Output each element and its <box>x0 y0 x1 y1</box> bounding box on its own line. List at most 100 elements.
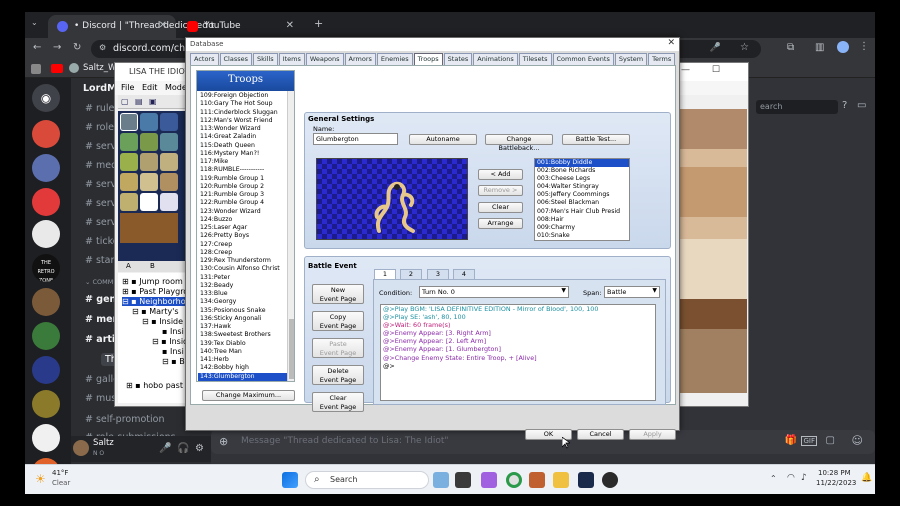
event-page-tab-4[interactable]: 4 <box>453 269 475 279</box>
troop-list-item[interactable]: 142:Bobby high <box>198 364 288 372</box>
span-select[interactable]: Battle ▼ <box>604 286 660 298</box>
enemy-list-item[interactable]: 004:Walter Stingray <box>535 183 629 191</box>
youtube-bookmark-icon[interactable] <box>51 64 63 73</box>
tile[interactable] <box>120 193 138 211</box>
tile[interactable] <box>160 153 178 171</box>
troop-list-item[interactable]: 114:Great Zaladin <box>198 133 288 141</box>
tile[interactable] <box>120 153 138 171</box>
troop-list-item[interactable]: 128:Creep <box>198 249 288 257</box>
tab-common-events[interactable]: Common Events <box>552 53 614 65</box>
troop-list-item[interactable]: 118:RUMBLE----------- <box>198 166 288 174</box>
server-retro-zone[interactable]: THE RETRO ZONE <box>32 254 60 282</box>
tile[interactable] <box>120 213 178 243</box>
troop-preview[interactable] <box>316 158 468 240</box>
event-command[interactable]: @> <box>381 362 655 370</box>
taskbar-search[interactable]: ⌕ Search <box>305 471 429 489</box>
tab-enemies[interactable]: Enemies <box>376 53 413 65</box>
tab-animations[interactable]: Animations <box>473 53 518 65</box>
close-tab-icon[interactable]: ✕ <box>286 20 294 31</box>
tile[interactable] <box>140 133 158 151</box>
enemy-list-item[interactable]: 002:Bone Richards <box>535 167 629 175</box>
site-info-icon[interactable]: ⚙ <box>99 43 106 52</box>
emoji-icon[interactable]: ☺ <box>852 434 863 447</box>
tile[interactable] <box>160 193 178 211</box>
tileset-tab-b[interactable]: B <box>150 262 155 270</box>
tab-terms[interactable]: Terms <box>648 53 676 65</box>
help-icon[interactable]: ? <box>842 100 847 111</box>
tab-items[interactable]: Items <box>278 53 305 65</box>
paste-event-page-button[interactable]: Paste Event Page <box>312 338 364 358</box>
tile[interactable] <box>120 173 138 191</box>
server-icon[interactable] <box>32 356 60 384</box>
troop-list-item[interactable]: 125:Laser Agar <box>198 224 288 232</box>
event-command-list[interactable]: @>Play BGM: 'LISA DEFINITIVE EDITION - M… <box>380 304 656 401</box>
widgets-icon[interactable] <box>433 472 449 488</box>
tab-armors[interactable]: Armors <box>344 53 376 65</box>
app-icon[interactable] <box>602 472 618 488</box>
tab-skills[interactable]: Skills <box>253 53 278 65</box>
troop-list-item[interactable]: 111:Cinderblock Sluggan <box>198 109 288 117</box>
troop-list-item[interactable]: 112:Man's Worst Friend <box>198 117 288 125</box>
tile[interactable] <box>120 113 138 131</box>
sticker-icon[interactable]: ▢ <box>826 435 835 446</box>
change-maximum-button[interactable]: Change Maximum... <box>202 390 295 401</box>
troop-list-item[interactable]: 121:Rumble Group 3 <box>198 191 288 199</box>
enemy-list-item[interactable]: 003:Cheese Legs <box>535 175 629 183</box>
scrollbar-thumb[interactable] <box>289 319 294 379</box>
back-icon[interactable]: ← <box>33 42 41 53</box>
server-icon[interactable] <box>32 188 60 216</box>
cancel-button[interactable]: Cancel <box>577 429 624 440</box>
chrome-icon[interactable] <box>506 472 522 488</box>
clock-time[interactable]: 10:28 PM <box>818 469 851 477</box>
new-tab-button[interactable]: + <box>314 17 323 30</box>
mic-icon[interactable]: 🎤 <box>710 43 721 53</box>
troop-list-item[interactable]: 124:Buzzo <box>198 216 288 224</box>
troop-list-item[interactable]: 117:Mike <box>198 158 288 166</box>
tab-youtube[interactable]: YouTube ✕ <box>178 15 303 38</box>
menu-edit[interactable]: Edit <box>142 83 158 92</box>
tab-discord[interactable]: • Discord | "Thread dedicated t ✕ <box>48 15 214 38</box>
tab-weapons[interactable]: Weapons <box>305 53 344 65</box>
remove-enemy-button[interactable]: Remove > <box>478 185 523 196</box>
troop-list-scrollbar[interactable] <box>287 91 294 381</box>
enemy-list-item[interactable]: 010:Snake <box>535 232 629 240</box>
maximize-icon[interactable]: ☐ <box>712 65 720 75</box>
volume-icon[interactable]: ♪ <box>801 473 807 483</box>
file-explorer-icon[interactable] <box>553 472 569 488</box>
server-name[interactable]: LordM <box>83 83 117 94</box>
menu-file[interactable]: File <box>121 83 134 92</box>
tray-chevron-icon[interactable]: ⌃ <box>770 474 777 483</box>
server-icon[interactable] <box>32 288 60 316</box>
headphones-icon[interactable]: 🎧 <box>177 443 189 454</box>
chrome-menu-icon[interactable]: ⋮ <box>859 41 869 52</box>
troop-list-item[interactable]: 123:Wonder Wizard <box>198 208 288 216</box>
wifi-icon[interactable]: ◠ <box>787 473 795 483</box>
discord-search-input[interactable]: earch <box>756 100 838 114</box>
bookmark-star-icon[interactable]: ☆ <box>740 42 749 53</box>
tab-actors[interactable]: Actors <box>190 53 219 65</box>
minimize-icon[interactable]: — <box>681 65 690 75</box>
add-attachment-icon[interactable]: ⊕ <box>219 435 228 448</box>
reload-icon[interactable]: ↻ <box>73 42 81 53</box>
tile[interactable] <box>120 133 138 151</box>
map-tree-item[interactable]: ⊟ ▪ Neighborho <box>122 297 190 306</box>
tile[interactable] <box>140 173 158 191</box>
settings-gear-icon[interactable]: ⚙ <box>195 443 204 454</box>
event-page-tab-1[interactable]: 1 <box>374 269 396 279</box>
close-icon[interactable]: ✕ <box>667 38 675 48</box>
troop-list-item[interactable]: 120:Rumble Group 2 <box>198 183 288 191</box>
app-icon[interactable] <box>481 472 497 488</box>
enemy-list-item[interactable]: 008:Hair <box>535 216 629 224</box>
open-folder-icon[interactable]: ▤ <box>135 97 143 106</box>
mic-muted-icon[interactable]: 🎤 <box>159 443 171 454</box>
map-tree-item[interactable]: ▪ Insi <box>162 327 184 336</box>
save-icon[interactable]: ▣ <box>149 97 157 106</box>
map-tree-item[interactable]: ⊟ ▪ Marty's <box>132 307 179 316</box>
profile-avatar[interactable] <box>837 41 849 53</box>
map-tree-item[interactable]: ▪ Insi <box>162 347 184 356</box>
enemy-list-item[interactable]: 005:Jeffery Coommings <box>535 191 629 199</box>
troop-list-item[interactable]: 141:Herb <box>198 356 288 364</box>
enemy-list-item[interactable]: 007:Men's Hair Club Presid <box>535 208 629 216</box>
inbox-icon[interactable]: ▭ <box>857 100 866 111</box>
menu-mode[interactable]: Mode <box>165 83 187 92</box>
